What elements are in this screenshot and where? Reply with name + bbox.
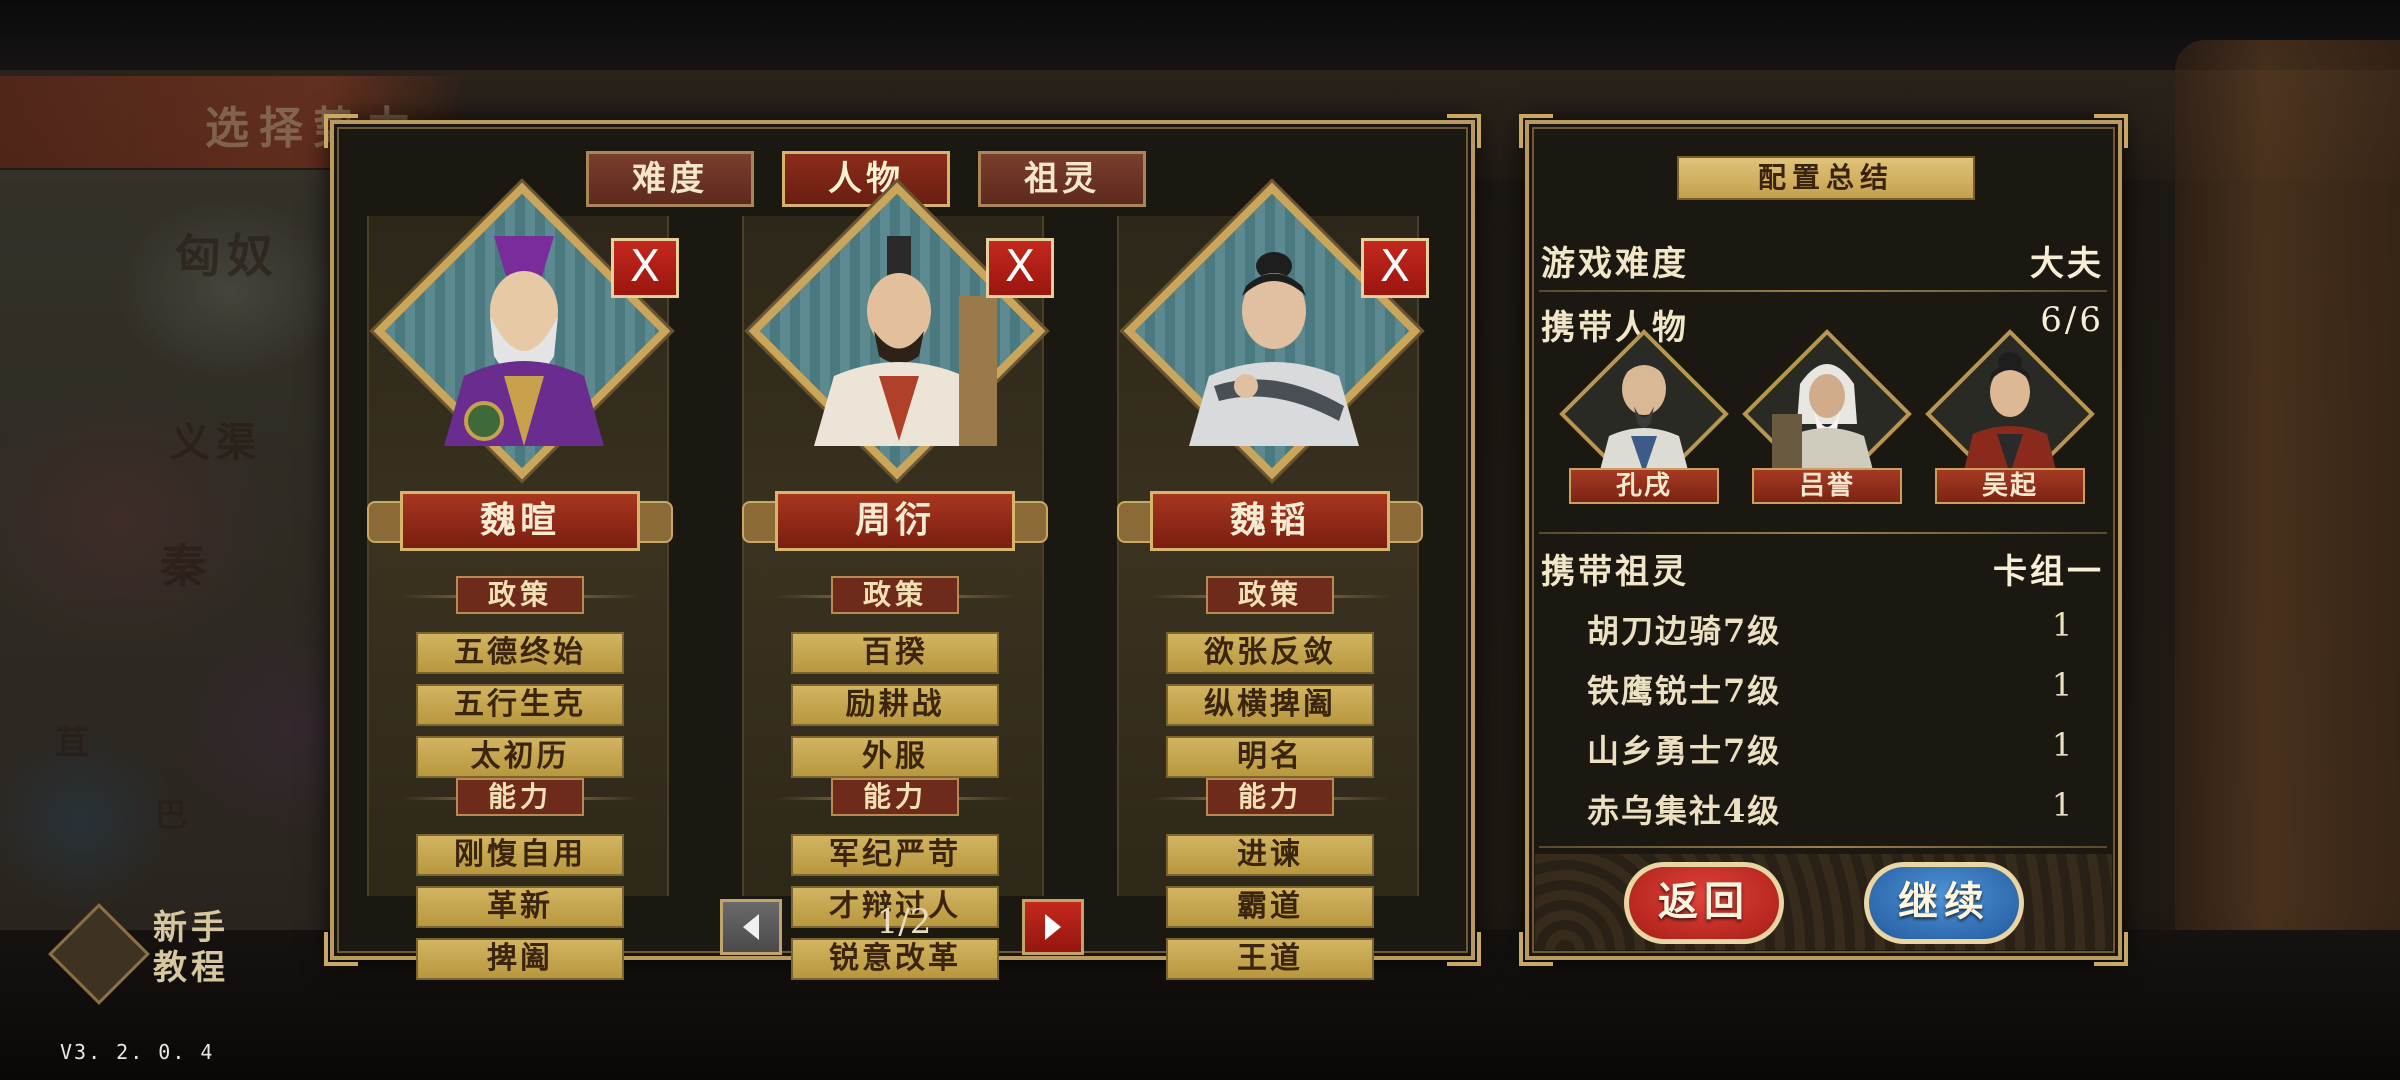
map-label: 匈奴 bbox=[175, 229, 279, 283]
ancestor-name: 胡刀边骑7级 bbox=[1587, 612, 1782, 650]
ancestor-row: 铁鹰锐士7级 1 bbox=[1587, 666, 2107, 712]
hero-name: 吕誉 bbox=[1752, 468, 1902, 504]
ability-item[interactable]: 王道 bbox=[1166, 938, 1374, 980]
ancestor-count: 1 bbox=[2051, 666, 2073, 704]
ability-item[interactable]: 锐意改革 bbox=[791, 938, 999, 980]
map-label: 巴 bbox=[155, 796, 194, 834]
ability-item[interactable]: 军纪严苛 bbox=[791, 834, 999, 876]
ability-header: 能力 bbox=[1206, 778, 1334, 816]
ability-item[interactable]: 刚愎自用 bbox=[416, 834, 624, 876]
map-label: 苴 bbox=[55, 723, 95, 763]
hero-portrait bbox=[1963, 352, 2057, 474]
hero-portrait bbox=[1599, 354, 1689, 474]
character-card: X 魏韬 政策 欲张反敛 纵横捭阖 明名 能力 进谏 霸道 王道 bbox=[1117, 182, 1429, 980]
policy-item[interactable]: 励耕战 bbox=[791, 684, 999, 726]
map-label: 秦 bbox=[160, 539, 212, 593]
ancestor-name: 赤乌集社4级 bbox=[1587, 792, 1782, 830]
ancestor-count: 1 bbox=[2051, 786, 2073, 824]
difficulty-label: 游戏难度 bbox=[1541, 244, 1689, 284]
policy-item[interactable]: 欲张反敛 bbox=[1166, 632, 1374, 674]
divider bbox=[1539, 846, 2107, 848]
policy-item[interactable]: 百揆 bbox=[791, 632, 999, 674]
tab-characters[interactable]: 人物 bbox=[782, 151, 950, 207]
arrow-left-icon bbox=[743, 914, 759, 940]
character-panel: 难度 人物 祖灵 X 魏暄 政策 五德终始 五行生克 太初历 能力 刚愎自用 革… bbox=[324, 114, 1481, 980]
hero-card[interactable]: 吴起 bbox=[1925, 329, 2095, 514]
tab-difficulty[interactable]: 难度 bbox=[586, 151, 754, 207]
character-card: X 魏暄 政策 五德终始 五行生克 太初历 能力 刚愎自用 革新 捭阖 bbox=[367, 182, 679, 980]
character-portrait bbox=[814, 236, 997, 446]
ancestors-deck: 卡组一 bbox=[1993, 552, 2104, 592]
scroll-decoration bbox=[2175, 40, 2400, 1020]
divider bbox=[1539, 290, 2107, 292]
tutorial-label: 新手 教程 bbox=[153, 908, 229, 988]
character-name: 周衍 bbox=[775, 491, 1015, 551]
policy-header: 政策 bbox=[831, 576, 959, 614]
summary-title: 配置总结 bbox=[1677, 156, 1975, 200]
prev-page-button[interactable] bbox=[720, 899, 782, 955]
continue-button[interactable]: 继续 bbox=[1864, 862, 2024, 944]
difficulty-value: 大夫 bbox=[2030, 244, 2104, 284]
arrow-right-icon bbox=[1045, 914, 1061, 940]
continue-button-label: 继续 bbox=[1898, 878, 1990, 925]
hero-name: 吴起 bbox=[1935, 468, 2085, 504]
ability-item[interactable]: 革新 bbox=[416, 886, 624, 928]
remove-character-button[interactable]: X bbox=[986, 238, 1054, 298]
remove-character-button[interactable]: X bbox=[1361, 238, 1429, 298]
back-button-label: 返回 bbox=[1658, 878, 1750, 925]
ancestor-row: 赤乌集社4级 1 bbox=[1587, 786, 2107, 832]
ability-header: 能力 bbox=[456, 778, 584, 816]
hero-name: 孔戌 bbox=[1569, 468, 1719, 504]
ancestor-row: 山乡勇士7级 1 bbox=[1587, 726, 2107, 772]
ancestor-row: 胡刀边骑7级 1 bbox=[1587, 606, 2107, 652]
back-button[interactable]: 返回 bbox=[1624, 862, 1784, 944]
ability-header: 能力 bbox=[831, 778, 959, 816]
summary-panel: 配置总结 游戏难度 大夫 携带人物 6/6 孔戌 吕誉 吴起 携带祖灵 卡组一 … bbox=[1519, 114, 2128, 966]
character-name: 魏暄 bbox=[400, 491, 640, 551]
character-portrait bbox=[1189, 252, 1359, 446]
hero-portrait bbox=[1772, 364, 1874, 474]
ancestor-name: 山乡勇士7级 bbox=[1587, 732, 1782, 770]
policy-item[interactable]: 五行生克 bbox=[416, 684, 624, 726]
next-page-button[interactable] bbox=[1022, 899, 1084, 955]
wave-decoration bbox=[1535, 854, 2112, 950]
ability-item[interactable]: 霸道 bbox=[1166, 886, 1374, 928]
map-label: 义渠 bbox=[170, 419, 262, 466]
tutorial-icon bbox=[48, 903, 150, 1005]
ability-item[interactable]: 捭阖 bbox=[416, 938, 624, 980]
hero-card[interactable]: 吕誉 bbox=[1742, 329, 1912, 514]
policy-item[interactable]: 明名 bbox=[1166, 736, 1374, 778]
policy-item[interactable]: 外服 bbox=[791, 736, 999, 778]
ancestor-name: 铁鹰锐士7级 bbox=[1587, 672, 1782, 710]
character-portrait bbox=[444, 236, 604, 446]
world-map: 匈奴 义渠 秦 苴 巴 bbox=[0, 170, 380, 930]
ability-item[interactable]: 进谏 bbox=[1166, 834, 1374, 876]
tab-ancestors[interactable]: 祖灵 bbox=[978, 151, 1146, 207]
policy-item[interactable]: 纵横捭阖 bbox=[1166, 684, 1374, 726]
version-label: V3. 2. 0. 4 bbox=[60, 1040, 215, 1064]
page-indicator: 1/2 bbox=[876, 902, 932, 942]
character-card: X 周衍 政策 百揆 励耕战 外服 能力 军纪严苛 才辩过人 锐意改革 bbox=[742, 182, 1054, 980]
remove-character-button[interactable]: X bbox=[611, 238, 679, 298]
policy-header: 政策 bbox=[1206, 576, 1334, 614]
tutorial-button[interactable]: 新手 教程 bbox=[48, 900, 265, 1005]
character-name: 魏韬 bbox=[1150, 491, 1390, 551]
policy-item[interactable]: 五德终始 bbox=[416, 632, 624, 674]
ancestor-count: 1 bbox=[2051, 726, 2073, 764]
policy-header: 政策 bbox=[456, 576, 584, 614]
hero-card[interactable]: 孔戌 bbox=[1559, 329, 1729, 514]
ancestor-count: 1 bbox=[2051, 606, 2073, 644]
policy-item[interactable]: 太初历 bbox=[416, 736, 624, 778]
divider bbox=[1539, 532, 2107, 534]
ancestors-label: 携带祖灵 bbox=[1541, 552, 1689, 592]
